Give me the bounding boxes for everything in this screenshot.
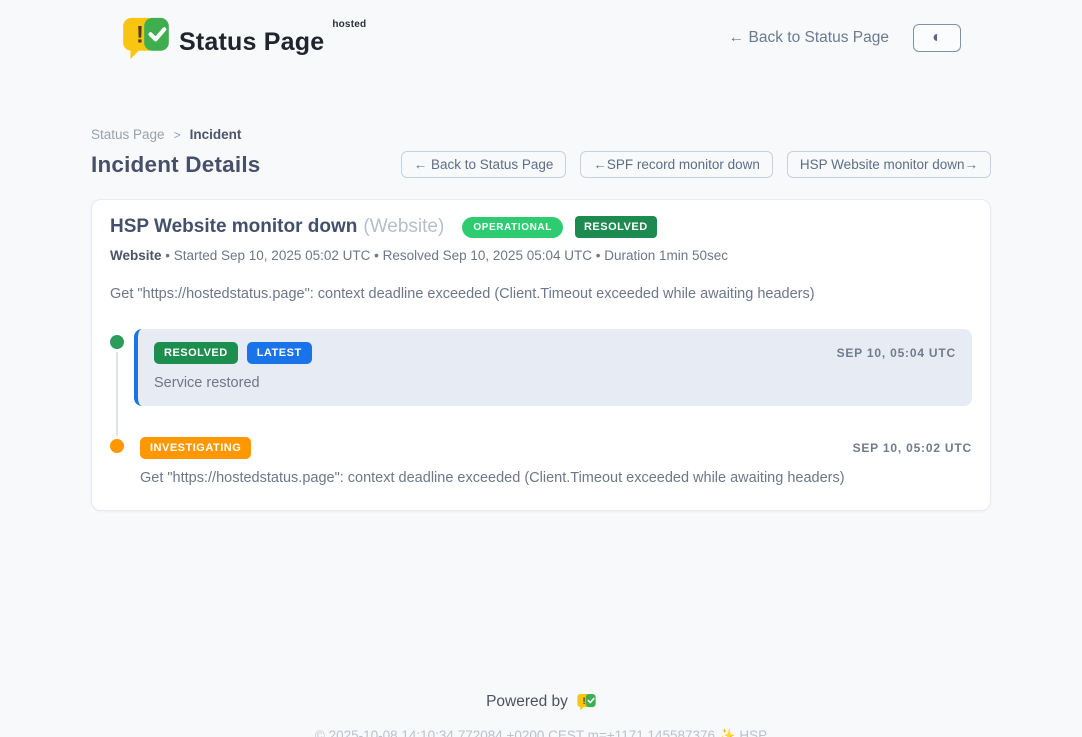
- powered-by-link[interactable]: Powered by !: [91, 693, 991, 711]
- page-footer: Powered by ! © 2025-10-08 14:10:34.77208…: [91, 693, 991, 737]
- latest-badge: LATEST: [247, 342, 312, 364]
- update-header: INVESTIGATING SEP 10, 05:02 UTC: [140, 437, 972, 459]
- brand-superscript: hosted: [332, 19, 366, 30]
- status-page-logo-icon: !: [122, 17, 170, 59]
- prev-incident-button[interactable]: ←SPF record monitor down: [580, 151, 773, 178]
- breadcrumb-incident: Incident: [190, 127, 242, 142]
- status-badge-resolved: RESOLVED: [154, 342, 238, 364]
- incident-title: HSP Website monitor down: [110, 216, 357, 238]
- resolved-badge: RESOLVED: [575, 216, 657, 238]
- copyright-text: © 2025-10-08 14:10:34.772084 +0200 CEST …: [91, 728, 991, 737]
- incident-description: Get "https://hostedstatus.page": context…: [110, 286, 972, 302]
- brand-name: Status Page: [179, 20, 324, 57]
- incident-card: HSP Website monitor down (Website) OPERA…: [91, 199, 991, 511]
- update-header: RESOLVED LATEST SEP 10, 05:04 UTC: [154, 342, 956, 364]
- brand-logo-link[interactable]: ! Status Page hosted: [122, 17, 376, 59]
- timeline-update-card: RESOLVED LATEST SEP 10, 05:04 UTC Servic…: [134, 329, 972, 406]
- header-actions: ← Back to Status Page ◐: [729, 24, 961, 52]
- incident-meta: Website • Started Sep 10, 2025 05:02 UTC…: [110, 248, 972, 263]
- incident-component: (Website): [363, 216, 444, 238]
- incident-title-row: HSP Website monitor down (Website) OPERA…: [110, 216, 972, 238]
- status-badge-investigating: INVESTIGATING: [140, 437, 251, 459]
- timeline-update-plain: INVESTIGATING SEP 10, 05:02 UTC Get "htt…: [134, 436, 972, 486]
- timeline-rail: [110, 329, 134, 406]
- theme-toggle-button[interactable]: ◐: [913, 24, 961, 52]
- app-header: ! Status Page hosted ← Back to Status Pa…: [0, 0, 1082, 76]
- timeline-entry: INVESTIGATING SEP 10, 05:02 UTC Get "htt…: [110, 436, 972, 486]
- investigating-dot-icon: [110, 439, 124, 453]
- breadcrumb-separator: >: [174, 128, 181, 142]
- operational-badge: OPERATIONAL: [462, 217, 563, 238]
- page-title: Incident Details: [91, 152, 261, 178]
- update-timestamp: SEP 10, 05:02 UTC: [853, 441, 972, 455]
- svg-text:!: !: [136, 23, 144, 49]
- powered-by-logo-icon: !: [577, 693, 596, 711]
- meta-details: • Started Sep 10, 2025 05:02 UTC • Resol…: [162, 248, 729, 263]
- breadcrumb-status-page[interactable]: Status Page: [91, 127, 165, 142]
- title-row: Incident Details ← Back to Status Page ←…: [91, 151, 991, 178]
- header-back-link[interactable]: ← Back to Status Page: [729, 29, 889, 47]
- update-message: Service restored: [154, 375, 956, 391]
- timeline-entry: RESOLVED LATEST SEP 10, 05:04 UTC Servic…: [110, 329, 972, 406]
- breadcrumb: Status Page > Incident: [91, 127, 991, 142]
- meta-component-name: Website: [110, 248, 162, 263]
- theme-toggle-icon: ◐: [932, 29, 942, 47]
- timeline-rail: [110, 436, 134, 486]
- incident-timeline: RESOLVED LATEST SEP 10, 05:04 UTC Servic…: [110, 329, 972, 486]
- svg-text:!: !: [582, 696, 585, 707]
- main-content: Status Page > Incident Incident Details …: [91, 127, 991, 737]
- next-incident-button[interactable]: HSP Website monitor down→: [787, 151, 991, 178]
- back-to-status-page-button[interactable]: ← Back to Status Page: [401, 151, 567, 178]
- powered-by-label: Powered by: [486, 693, 568, 711]
- update-timestamp: SEP 10, 05:04 UTC: [837, 346, 956, 360]
- resolved-dot-icon: [110, 335, 124, 349]
- incident-nav-buttons: ← Back to Status Page ←SPF record monito…: [401, 151, 991, 178]
- update-message: Get "https://hostedstatus.page": context…: [140, 470, 972, 486]
